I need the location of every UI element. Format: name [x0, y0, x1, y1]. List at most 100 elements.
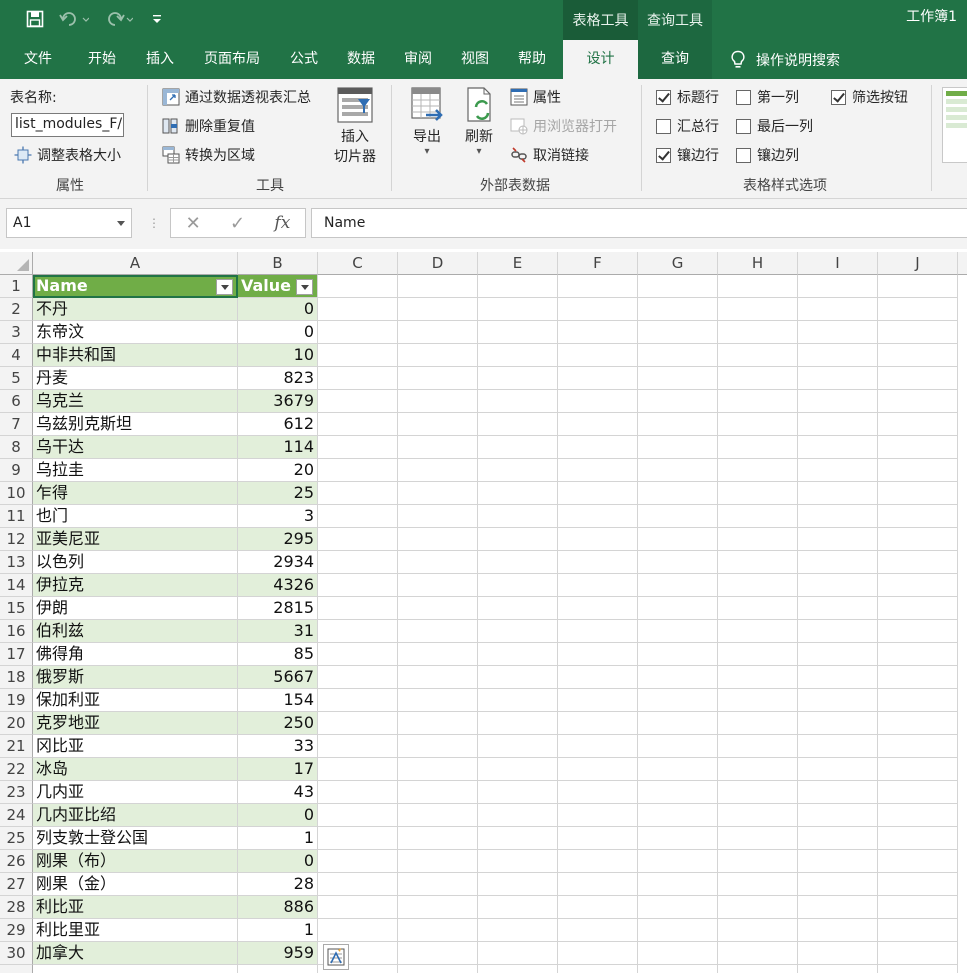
cell-empty[interactable] — [478, 482, 558, 505]
cell-empty[interactable] — [318, 367, 398, 390]
header-row-checkbox[interactable]: 标题行 — [656, 87, 719, 107]
cell-empty[interactable] — [398, 298, 478, 321]
cell-value[interactable]: 33 — [238, 735, 318, 758]
row-header[interactable]: 28 — [0, 896, 33, 919]
cell-empty[interactable] — [718, 436, 798, 459]
column-header-h[interactable]: H — [718, 252, 798, 275]
row-header[interactable]: 21 — [0, 735, 33, 758]
export-button[interactable]: 导出 ▾ — [404, 85, 450, 157]
cell-empty[interactable] — [478, 919, 558, 942]
cell-name[interactable]: 亚美尼亚 — [33, 528, 238, 551]
cell-empty[interactable] — [558, 850, 638, 873]
cell-empty[interactable] — [318, 850, 398, 873]
cell-empty[interactable] — [638, 459, 718, 482]
save-icon[interactable] — [24, 8, 46, 30]
cell-name[interactable]: 加拿大 — [33, 942, 238, 965]
cell-name[interactable]: 不丹 — [33, 298, 238, 321]
cell-empty[interactable] — [558, 597, 638, 620]
cell-empty[interactable] — [478, 574, 558, 597]
cell-value[interactable]: 17 — [238, 758, 318, 781]
row-header[interactable]: 4 — [0, 344, 33, 367]
cell-empty[interactable] — [718, 735, 798, 758]
cell-empty[interactable] — [318, 528, 398, 551]
cell-empty[interactable] — [798, 942, 878, 965]
cell-empty[interactable] — [398, 965, 478, 973]
tell-me-search[interactable]: 操作说明搜索 — [730, 40, 840, 79]
cell-name[interactable]: 乍得 — [33, 482, 238, 505]
cell-empty[interactable] — [878, 758, 958, 781]
cell-empty[interactable] — [798, 528, 878, 551]
cell-empty[interactable] — [718, 689, 798, 712]
cell-empty[interactable] — [558, 390, 638, 413]
column-header-d[interactable]: D — [398, 252, 478, 275]
cell-value[interactable]: 886 — [238, 896, 318, 919]
cell-empty[interactable] — [478, 804, 558, 827]
first-column-checkbox[interactable]: 第一列 — [736, 87, 799, 107]
cell-empty[interactable] — [798, 597, 878, 620]
cell-empty[interactable] — [478, 620, 558, 643]
cell-empty[interactable] — [878, 551, 958, 574]
cell-empty[interactable] — [318, 597, 398, 620]
cell-empty[interactable] — [878, 827, 958, 850]
cell-empty[interactable] — [318, 321, 398, 344]
cell-empty[interactable] — [718, 781, 798, 804]
cell-empty[interactable] — [878, 413, 958, 436]
cell-empty[interactable] — [558, 551, 638, 574]
cell-empty[interactable] — [478, 781, 558, 804]
row-header[interactable]: 16 — [0, 620, 33, 643]
cell-empty[interactable] — [878, 344, 958, 367]
cancel-icon[interactable]: ✕ — [186, 213, 201, 234]
cell-empty[interactable] — [878, 781, 958, 804]
column-header-f[interactable]: F — [558, 252, 638, 275]
cell-empty[interactable] — [558, 781, 638, 804]
cell-empty[interactable] — [638, 597, 718, 620]
cell-empty[interactable] — [478, 827, 558, 850]
column-header-i[interactable]: I — [798, 252, 878, 275]
cell-name[interactable]: 冈比亚 — [33, 735, 238, 758]
row-header[interactable]: 5 — [0, 367, 33, 390]
cell-name[interactable]: 佛得角 — [33, 643, 238, 666]
cell-empty[interactable] — [398, 850, 478, 873]
column-header-e[interactable]: E — [478, 252, 558, 275]
cell-empty[interactable] — [398, 689, 478, 712]
cell-empty[interactable] — [318, 298, 398, 321]
cell-empty[interactable] — [318, 413, 398, 436]
row-header[interactable]: 12 — [0, 528, 33, 551]
cell-value[interactable]: 0 — [238, 298, 318, 321]
cell-empty[interactable] — [398, 275, 478, 298]
cell-empty[interactable] — [318, 689, 398, 712]
filter-dropdown-icon[interactable] — [216, 279, 233, 295]
cell-empty[interactable] — [718, 390, 798, 413]
cell-empty[interactable] — [558, 735, 638, 758]
cell-empty[interactable] — [318, 873, 398, 896]
cell-empty[interactable] — [638, 321, 718, 344]
cell-empty[interactable] — [798, 459, 878, 482]
cell-empty[interactable] — [638, 758, 718, 781]
cell-empty[interactable] — [798, 413, 878, 436]
cell-empty[interactable] — [798, 919, 878, 942]
row-header[interactable]: 13 — [0, 551, 33, 574]
cell-empty[interactable] — [638, 620, 718, 643]
cell-empty[interactable] — [798, 574, 878, 597]
cell-empty[interactable] — [718, 344, 798, 367]
cell-empty[interactable] — [638, 413, 718, 436]
cell-empty[interactable] — [718, 367, 798, 390]
row-header[interactable]: 17 — [0, 643, 33, 666]
row-header[interactable]: 18 — [0, 666, 33, 689]
refresh-button[interactable]: 刷新 ▾ — [456, 85, 502, 157]
cell-empty[interactable] — [638, 804, 718, 827]
cell-empty[interactable] — [798, 781, 878, 804]
cell-name[interactable]: 乌干达 — [33, 436, 238, 459]
cell-value[interactable]: 3 — [238, 505, 318, 528]
cell-empty[interactable] — [558, 275, 638, 298]
name-box[interactable]: A1 — [6, 208, 132, 238]
cell-empty[interactable] — [398, 436, 478, 459]
cell-empty[interactable] — [398, 551, 478, 574]
cell-empty[interactable] — [718, 574, 798, 597]
cell-value[interactable]: 43 — [238, 781, 318, 804]
formula-input[interactable]: Name — [311, 208, 967, 238]
cell-empty[interactable] — [798, 321, 878, 344]
unlink-button[interactable]: 取消链接 — [510, 145, 589, 165]
cell-empty[interactable] — [558, 873, 638, 896]
cell-empty[interactable] — [398, 620, 478, 643]
